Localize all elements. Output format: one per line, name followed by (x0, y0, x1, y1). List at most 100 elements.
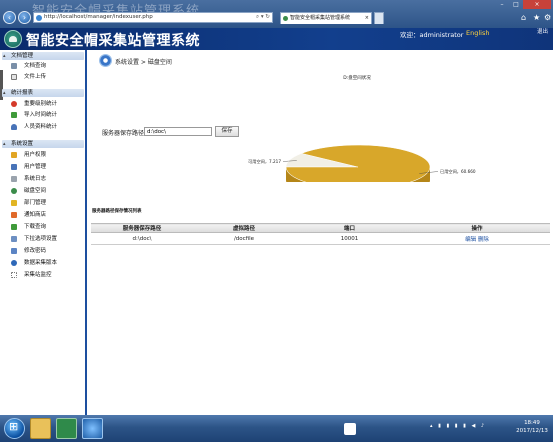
sidebar-item-permissions[interactable]: 用户权限 (8, 151, 84, 159)
globe-icon (11, 260, 17, 266)
clock-time: 18:49 (524, 420, 540, 426)
sidebar-item-label: 用户管理 (24, 164, 47, 170)
app-icon[interactable] (56, 418, 77, 439)
back-button[interactable]: ‹ (3, 11, 16, 24)
breadcrumb: 系统设置 > 磁盘空间 (99, 54, 172, 67)
col-header-virtual: 虚拟路径 (193, 223, 295, 233)
gear-icon (99, 54, 112, 67)
minimize-button[interactable]: – (495, 0, 509, 9)
mail-icon (11, 212, 17, 218)
chart-icon (11, 112, 17, 118)
system-tray-icons[interactable]: ▴ ▮ ▮ ▮ ▮ ◀ ♪ (430, 423, 486, 429)
path-label: 服务器保存路径： (102, 130, 151, 137)
site-icon (283, 16, 288, 21)
disk-icon (11, 188, 17, 194)
sidebar-item-label: 系统日志 (24, 176, 47, 182)
users-icon (11, 164, 17, 170)
pie-chart-svg: 可用空间，7.217 已用空间，60.660 (248, 144, 476, 202)
helmet-logo-icon (4, 30, 22, 48)
clock-date: 2017/12/13 (516, 428, 548, 434)
disk-usage-chart: D:盘空间状况 可用空间，7.217 已用空间，60.660 (247, 72, 543, 202)
home-icon[interactable]: ⌂ (521, 13, 526, 22)
col-header-path: 服务器保存路径 (91, 223, 193, 233)
close-window-button[interactable]: × (523, 0, 551, 9)
clock[interactable]: 18:49 2017/12/13 (513, 419, 551, 435)
sidebar-item-disk-space[interactable]: 磁盘空间 (8, 187, 84, 195)
explorer-icon[interactable] (30, 418, 51, 439)
col-header-actions: 操作 (404, 223, 550, 233)
sidebar-item-people-stats[interactable]: 人员资料统计 (8, 123, 84, 131)
person-icon (11, 124, 17, 130)
sidebar: ▴ 文档管理 文档查询 文件上传 ▴ 统计报表 重要级别统计 导入时间统计 人员资料… (0, 50, 87, 415)
sidebar-item-departments[interactable]: 部门管理 (8, 199, 84, 207)
logout-link[interactable]: 退出 (537, 27, 548, 35)
sidebar-item-change-password[interactable]: 修改密码 (8, 247, 84, 255)
folder-icon (11, 200, 17, 206)
favorites-icon[interactable]: ★ (533, 13, 540, 22)
cell-path: d:\doc\ (91, 232, 193, 245)
collapse-icon: ▴ (3, 141, 6, 147)
app-header: 智能安全帽采集站管理系统 欢迎：administrator English 退出 (0, 28, 553, 50)
new-tab-button[interactable] (374, 12, 384, 24)
sidebar-item-level-stats[interactable]: 重要级别统计 (8, 100, 84, 108)
file-icon (11, 74, 17, 80)
browser-tab[interactable]: 智能安全帽采集站管理系统 × (280, 12, 372, 24)
sidebar-group-reports[interactable]: ▴ 统计报表 (2, 89, 84, 97)
close-tab-icon[interactable]: × (365, 13, 369, 24)
sidebar-item-label: 修改密码 (24, 248, 47, 254)
sidebar-item-doc-query[interactable]: 文档查询 (8, 62, 84, 70)
sidebar-group-settings[interactable]: ▴ 系统设置 (2, 140, 84, 148)
group-label: 统计报表 (11, 90, 34, 96)
sidebar-item-dropdown-options[interactable]: 下拉选项设置 (8, 235, 84, 243)
sidebar-item-label: 采集站监控 (24, 272, 52, 278)
app-title: 智能安全帽采集站管理系统 (26, 33, 200, 49)
sidebar-group-docs[interactable]: ▴ 文档管理 (2, 52, 84, 60)
col-header-port: 端口 (295, 223, 404, 233)
path-table: 服务器保存路径 虚拟路径 端口 操作 d:\doc\ /docfile 1000… (91, 223, 550, 245)
group-label: 文档管理 (11, 53, 34, 59)
browser-chrome: 智能安全帽采集站管理系统 ‹ › http://localhost/manage… (0, 0, 553, 28)
sidebar-item-collector-version[interactable]: 数据采集版本 (8, 259, 84, 267)
cell-port: 10001 (295, 232, 404, 245)
ie-taskbar-icon[interactable] (82, 418, 103, 439)
save-path-input[interactable] (144, 127, 212, 136)
settings-icon[interactable]: ⚙ (544, 13, 551, 22)
cell-virtual: /docfile (193, 232, 295, 245)
table-row: d:\doc\ /docfile 10001 编辑 删除 (91, 232, 550, 245)
download-icon (11, 224, 17, 230)
list-icon (11, 236, 17, 242)
sidebar-item-notices[interactable]: 通知商店 (8, 211, 84, 219)
sidebar-item-label: 人员资料统计 (24, 124, 58, 130)
document-icon (11, 63, 17, 69)
delete-link[interactable]: 删除 (478, 237, 489, 243)
key-icon (11, 152, 17, 158)
save-button[interactable]: 保存 (215, 126, 239, 137)
sidebar-item-label: 通知商店 (24, 212, 47, 218)
table-caption: 服务器路径保存情况列表 (92, 209, 142, 214)
sidebar-item-download-query[interactable]: 下载查询 (8, 223, 84, 231)
maximize-button[interactable]: □ (509, 0, 523, 9)
sidebar-item-label: 文档查询 (24, 63, 47, 69)
sidebar-item-label: 下载查询 (24, 224, 47, 230)
language-link[interactable]: English (466, 29, 489, 37)
forward-button[interactable]: › (18, 11, 31, 24)
sidebar-item-file-upload[interactable]: 文件上传 (8, 73, 84, 81)
sidebar-item-import-stats[interactable]: 导入时间统计 (8, 111, 84, 119)
sidebar-item-label: 重要级别统计 (24, 101, 58, 107)
taskbar: ▴ ▮ ▮ ▮ ▮ ◀ ♪ 18:49 2017/12/13 (0, 415, 553, 442)
edit-link[interactable]: 编辑 (465, 237, 476, 243)
tab-title: 智能安全帽采集站管理系统 (290, 15, 351, 21)
sidebar-item-station-monitor[interactable]: 采集站监控 (8, 271, 84, 279)
sidebar-item-user-mgmt[interactable]: 用户管理 (8, 163, 84, 171)
table-header-row: 服务器保存路径 虚拟路径 端口 操作 (91, 223, 550, 233)
address-bar[interactable]: http://localhost/manager/indexuser.php ⌕… (33, 12, 273, 23)
pie-label-1: 已用空间，60.660 (440, 168, 476, 175)
main-content: 系统设置 > 磁盘空间 服务器保存路径： 保存 D:盘空间状况 可用空间，7.2… (89, 50, 553, 415)
address-tools-icon[interactable]: ⌕ ▾ ↻ (256, 13, 270, 22)
sidebar-item-label: 磁盘空间 (24, 188, 47, 194)
cell-actions: 编辑 删除 (404, 232, 550, 245)
sidebar-item-label: 用户权限 (24, 152, 47, 158)
keyboard-icon[interactable] (344, 423, 356, 435)
start-button[interactable] (4, 418, 25, 439)
sidebar-item-system-log[interactable]: 系统日志 (8, 175, 84, 183)
